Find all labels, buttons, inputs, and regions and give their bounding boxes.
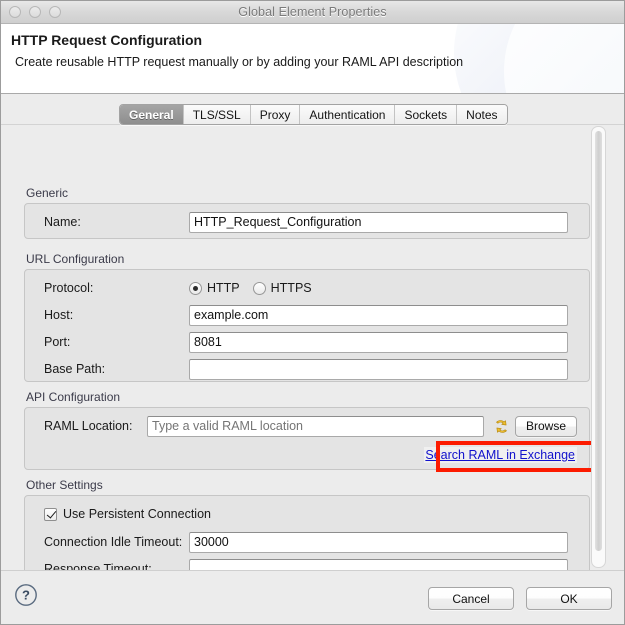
vertical-scrollbar[interactable] xyxy=(591,126,606,568)
tab-authentication[interactable]: Authentication xyxy=(299,105,394,124)
port-input[interactable] xyxy=(189,332,568,353)
section-generic-box: Name: xyxy=(24,203,590,239)
section-api-configuration: API Configuration RAML Location: xyxy=(24,390,590,470)
page-subtitle: Create reusable HTTP request manually or… xyxy=(15,55,463,69)
response-timeout-input[interactable] xyxy=(189,559,568,571)
protocol-radio-http[interactable]: HTTP xyxy=(189,281,240,295)
radio-https-label: HTTPS xyxy=(271,281,312,295)
cancel-button[interactable]: Cancel xyxy=(428,587,514,610)
section-url-configuration-label: URL Configuration xyxy=(24,252,590,266)
settings-scroll-area: Generic Name: URL Configuration Protocol… xyxy=(11,126,591,570)
response-timeout-label: Response Timeout: xyxy=(25,562,189,570)
global-element-properties-dialog: Global Element Properties HTTP Request C… xyxy=(0,0,625,625)
ok-button[interactable]: OK xyxy=(526,587,612,610)
radio-http-indicator xyxy=(189,282,202,295)
section-api-configuration-label: API Configuration xyxy=(24,390,590,404)
dialog-body: General TLS/SSL Proxy Authentication Soc… xyxy=(1,94,624,570)
tab-proxy[interactable]: Proxy xyxy=(250,105,300,124)
section-other-settings: Other Settings Use Persistent Connection… xyxy=(24,478,590,570)
radio-http-label: HTTP xyxy=(207,281,240,295)
tab-tls-ssl[interactable]: TLS/SSL xyxy=(183,105,250,124)
tab-sockets[interactable]: Sockets xyxy=(394,105,456,124)
name-input[interactable] xyxy=(189,212,568,233)
dialog-header: HTTP Request Configuration Create reusab… xyxy=(1,24,624,94)
footer-buttons: Cancel OK xyxy=(428,587,612,610)
tab-list: General TLS/SSL Proxy Authentication Soc… xyxy=(119,104,508,125)
tab-notes[interactable]: Notes xyxy=(456,105,506,124)
page-title: HTTP Request Configuration xyxy=(11,32,202,48)
search-raml-in-exchange-link[interactable]: Search RAML in Exchange xyxy=(424,447,577,463)
close-button[interactable] xyxy=(9,6,21,18)
name-label: Name: xyxy=(25,215,189,229)
tab-general[interactable]: General xyxy=(120,105,183,124)
use-persistent-connection-label: Use Persistent Connection xyxy=(63,507,211,521)
zoom-button[interactable] xyxy=(49,6,61,18)
raml-location-input[interactable] xyxy=(147,416,484,437)
section-other-settings-label: Other Settings xyxy=(24,478,590,492)
checkbox-indicator xyxy=(44,508,57,521)
svg-text:?: ? xyxy=(22,588,30,603)
section-generic: Generic Name: xyxy=(24,186,590,239)
connection-idle-timeout-label: Connection Idle Timeout: xyxy=(25,535,189,549)
tabbar: General TLS/SSL Proxy Authentication Soc… xyxy=(1,104,624,125)
host-input[interactable] xyxy=(189,305,568,326)
base-path-label: Base Path: xyxy=(25,362,189,376)
sync-icon[interactable] xyxy=(493,418,510,435)
browse-button[interactable]: Browse xyxy=(515,416,577,437)
section-api-configuration-box: RAML Location: Browse Search xyxy=(24,407,590,470)
section-other-settings-box: Use Persistent Connection Connection Idl… xyxy=(24,495,590,570)
section-url-configuration: URL Configuration Protocol: HTTP HTTPS xyxy=(24,252,590,382)
host-label: Host: xyxy=(25,308,189,322)
port-label: Port: xyxy=(25,335,189,349)
header-decoration-arc-inner xyxy=(504,24,624,94)
section-url-configuration-box: Protocol: HTTP HTTPS Host: xyxy=(24,269,590,382)
base-path-input[interactable] xyxy=(189,359,568,380)
dialog-footer: ? Cancel OK xyxy=(1,570,624,624)
window-title: Global Element Properties xyxy=(1,5,624,19)
section-generic-label: Generic xyxy=(24,186,590,200)
protocol-label: Protocol: xyxy=(25,281,189,295)
use-persistent-connection-checkbox[interactable]: Use Persistent Connection xyxy=(44,507,211,521)
help-icon[interactable]: ? xyxy=(14,583,38,607)
scrollbar-thumb[interactable] xyxy=(595,131,602,551)
titlebar: Global Element Properties xyxy=(1,1,624,24)
connection-idle-timeout-input[interactable] xyxy=(189,532,568,553)
minimize-button[interactable] xyxy=(29,6,41,18)
window-controls xyxy=(9,6,61,18)
general-tab-panel: Generic Name: URL Configuration Protocol… xyxy=(11,126,616,570)
raml-location-label: RAML Location: xyxy=(25,419,147,433)
protocol-radio-https[interactable]: HTTPS xyxy=(253,281,312,295)
radio-https-indicator xyxy=(253,282,266,295)
